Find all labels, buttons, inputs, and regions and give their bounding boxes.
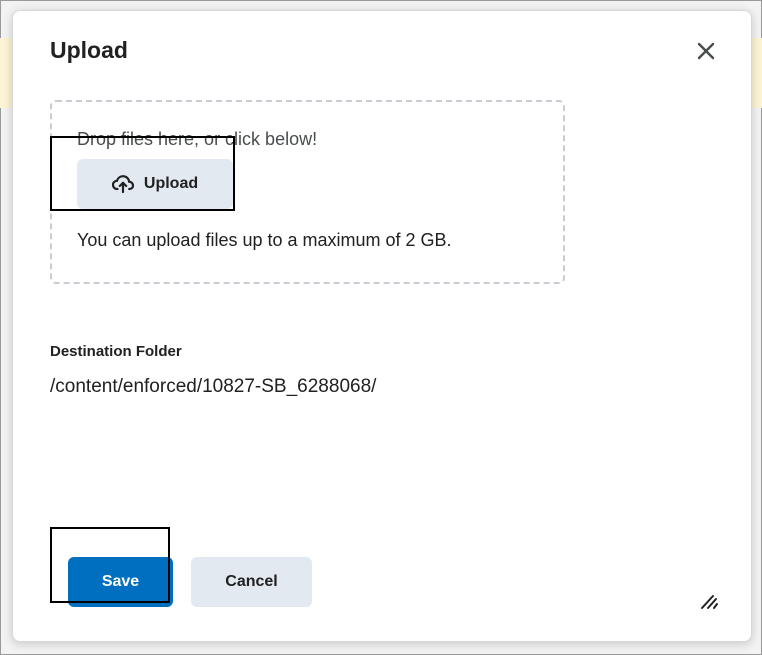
cancel-button[interactable]: Cancel [191, 557, 312, 607]
upload-dialog: Upload Drop files here, or click below! … [12, 10, 752, 642]
dialog-title: Upload [50, 37, 128, 63]
upload-button-label: Upload [143, 175, 199, 192]
close-icon [697, 42, 715, 60]
destination-folder-path: /content/enforced/10827-SB_6288068/ [50, 376, 377, 397]
resize-handle[interactable] [699, 590, 719, 610]
drop-instruction: Drop files here, or click below! [77, 129, 318, 149]
upload-button[interactable]: Upload [77, 159, 233, 209]
resize-handle-icon [701, 595, 718, 609]
save-button[interactable]: Save [68, 557, 173, 607]
upload-limit-text: You can upload files up to a maximum of … [77, 230, 452, 250]
destination-folder-label: Destination Folder [50, 343, 182, 360]
file-drop-zone[interactable]: Drop files here, or click below! Upload … [50, 100, 565, 284]
cloud-upload-icon [111, 175, 134, 193]
close-button[interactable] [693, 38, 719, 64]
